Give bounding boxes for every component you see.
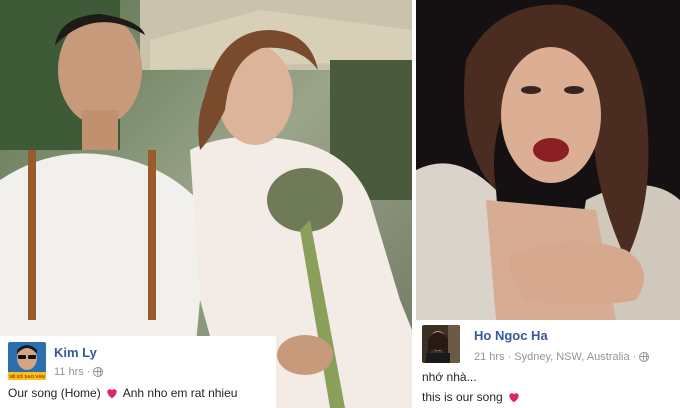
selfie-photo <box>416 0 680 320</box>
avatar-caption: VỀ SỐ SAO VĂN <box>9 373 45 379</box>
avatar-image <box>422 325 460 363</box>
heart-icon <box>107 389 117 399</box>
selfie-photo-illustration <box>416 0 680 320</box>
meta-separator: · <box>507 351 512 363</box>
post-time[interactable]: 11 hrs <box>54 366 84 378</box>
post-time[interactable]: 21 hrs <box>474 351 505 363</box>
meta-separator: · <box>632 351 637 363</box>
post-author[interactable]: Ho Ngoc Ha <box>474 328 548 343</box>
post-text-line1-content: nhớ nhà... <box>422 370 477 384</box>
post-meta: 21 hrs · Sydney, NSW, Australia · <box>474 351 650 363</box>
post-text: Our song (Home) Anh nho em rat nhieu <box>8 386 237 400</box>
post-meta: 11 hrs · <box>54 366 104 378</box>
post-location[interactable]: Sydney, NSW, Australia <box>514 351 629 363</box>
avatar[interactable]: VỀ SỐ SAO VĂN <box>8 342 46 380</box>
post-text-part1: Our song (Home) <box>8 386 101 400</box>
globe-icon <box>639 352 650 362</box>
avatar-image: VỀ SỐ SAO VĂN <box>8 342 46 380</box>
post-card-kim-ly: VỀ SỐ SAO VĂN Kim Ly 11 hrs · Our song (… <box>0 336 276 408</box>
meta-separator: · <box>86 366 91 378</box>
post-author[interactable]: Kim Ly <box>54 345 97 360</box>
post-text-part2: Anh nho em rat nhieu <box>122 386 238 400</box>
heart-icon <box>509 393 519 403</box>
avatar[interactable] <box>422 325 460 363</box>
post-card-ho-ngoc-ha: Ho Ngoc Ha 21 hrs · Sydney, NSW, Austral… <box>416 320 680 408</box>
post-text-line1: nhớ nhà... <box>422 370 477 384</box>
post-text-line2: this is our song <box>422 390 521 404</box>
post-text-line2-content: this is our song <box>422 390 503 404</box>
globe-icon <box>93 367 104 377</box>
